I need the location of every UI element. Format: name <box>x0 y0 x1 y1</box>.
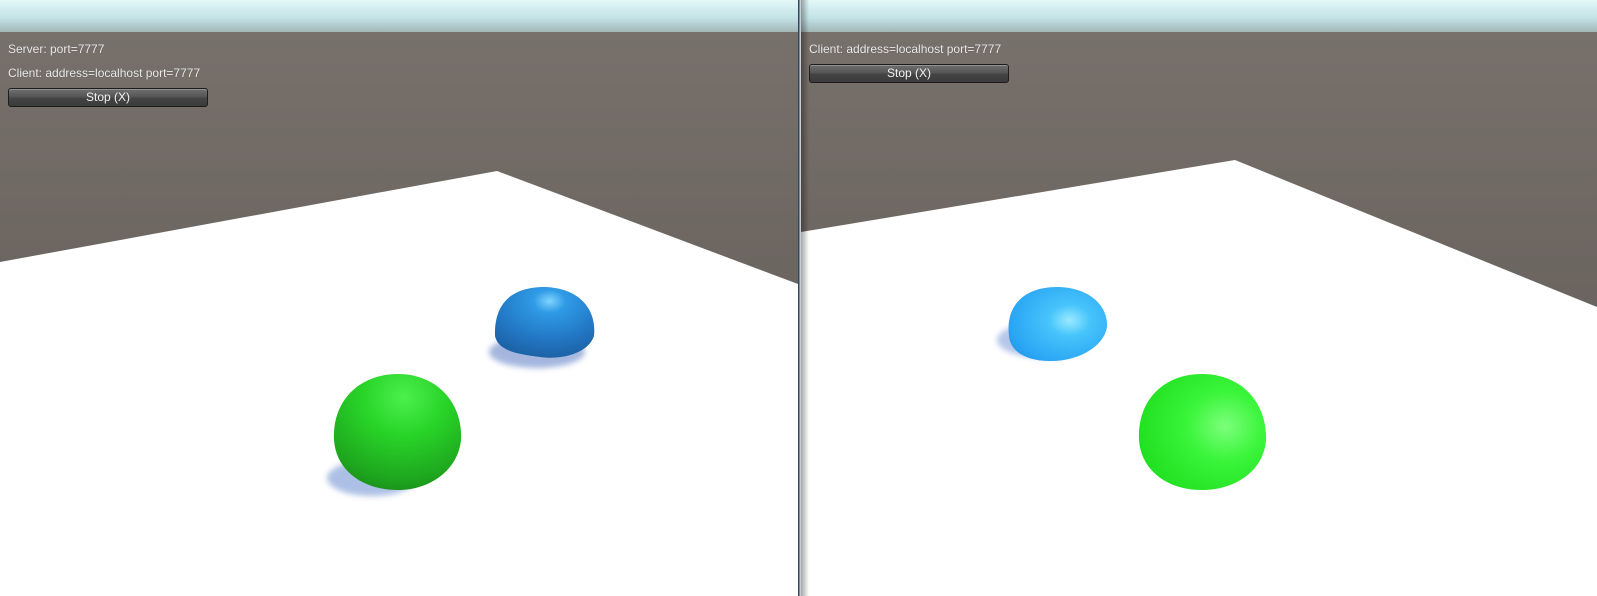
client-address-label: Client: address=localhost port=7777 <box>8 66 201 80</box>
split-screen-game-window: Server: port=7777 Client: address=localh… <box>0 0 1597 596</box>
stop-client-button[interactable]: Stop (X) <box>809 64 1009 83</box>
server-viewport: Server: port=7777 Client: address=localh… <box>0 0 798 596</box>
server-hud: Server: port=7777 Client: address=localh… <box>0 0 798 596</box>
client-address-label: Client: address=localhost port=7777 <box>809 42 1002 56</box>
client-hud: Client: address=localhost port=7777 Stop… <box>801 0 1597 596</box>
stop-host-button[interactable]: Stop (X) <box>8 88 208 107</box>
server-port-label: Server: port=7777 <box>8 42 105 56</box>
client-viewport: Client: address=localhost port=7777 Stop… <box>801 0 1597 596</box>
